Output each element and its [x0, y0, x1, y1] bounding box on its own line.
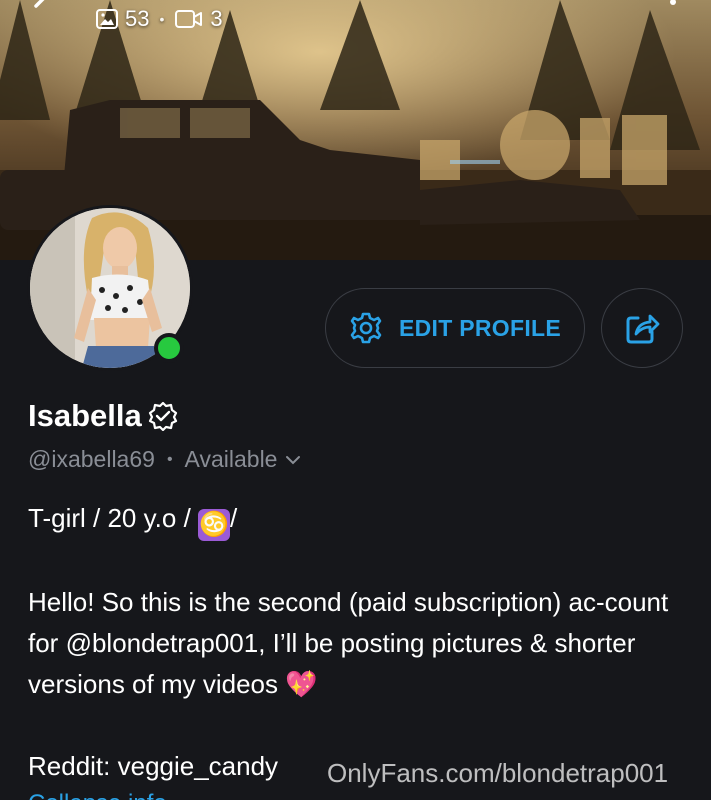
- sparkling-heart-emoji: 💖: [285, 669, 318, 699]
- gear-icon: [350, 312, 382, 344]
- handle-separator: •: [166, 450, 173, 468]
- bio-paragraph-2: Hello! So this is the second (paid subsc…: [28, 582, 688, 705]
- more-vertical-icon[interactable]: [664, 0, 682, 20]
- image-icon: [96, 9, 118, 29]
- availability-dropdown[interactable]: Available: [185, 446, 302, 473]
- photo-count[interactable]: 53: [95, 6, 149, 32]
- availability-status: Available: [184, 446, 278, 472]
- video-count-value: 3: [210, 6, 223, 31]
- bio-line-1: T-girl / 20 y.o / ♋/: [28, 498, 688, 541]
- handle-row: @ixabella69 • Available: [28, 446, 301, 473]
- video-icon: [175, 10, 203, 28]
- media-counts: 53 • 3: [95, 6, 223, 32]
- profile-handle: @ixabella69: [28, 446, 155, 472]
- collapse-info-link[interactable]: Collapse info: [28, 790, 167, 800]
- share-icon: [626, 314, 660, 344]
- edit-profile-label: EDIT PROFILE: [398, 314, 562, 341]
- photo-count-value: 53: [125, 6, 150, 31]
- profile-name: Isabella: [28, 398, 142, 433]
- chevron-down-icon: [286, 455, 301, 464]
- count-separator: •: [159, 11, 165, 27]
- bio-paragraph-2-text: Hello! So this is the second (paid subsc…: [28, 587, 669, 699]
- profile-name-row: Isabella: [28, 398, 178, 434]
- watermark: OnlyFans.com/blondetrap001: [327, 758, 669, 788]
- back-arrow-icon[interactable]: [28, 0, 62, 22]
- bio-line-1-text: T-girl / 20 y.o /: [28, 503, 199, 533]
- share-button[interactable]: [601, 288, 683, 368]
- verified-badge-icon: [148, 401, 177, 431]
- bio-line-1-tail: /: [230, 503, 238, 533]
- online-status-dot: [154, 333, 184, 363]
- cancer-zodiac-emoji: ♋: [198, 509, 231, 541]
- profile-bio: T-girl / 20 y.o / ♋/ Hello! So this is t…: [28, 498, 688, 787]
- edit-profile-button[interactable]: EDIT PROFILE: [325, 288, 585, 368]
- video-count[interactable]: 3: [174, 6, 223, 32]
